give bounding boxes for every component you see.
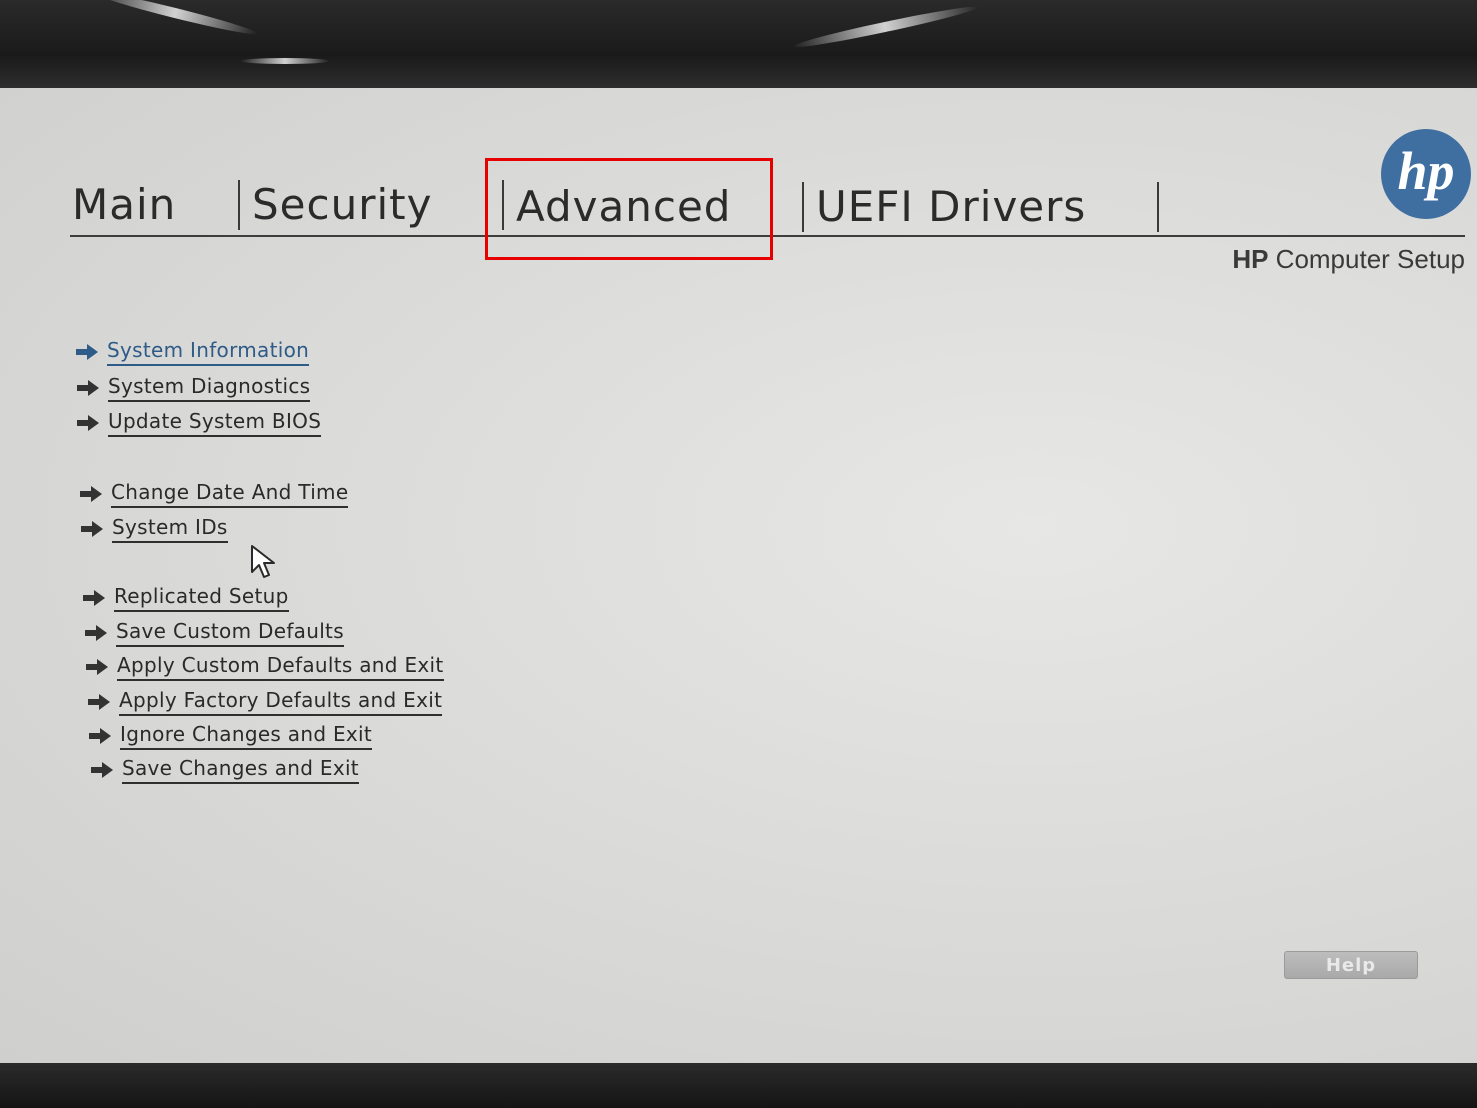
right-arrow-icon	[89, 728, 111, 744]
right-arrow-icon	[85, 625, 107, 641]
tab-separator	[1157, 182, 1159, 232]
menu-item-ignore-changes-and-exit[interactable]: Ignore Changes and Exit	[89, 722, 373, 750]
ceiling-light-reflection	[91, 0, 259, 39]
tab-security[interactable]: Security	[252, 180, 432, 229]
menu-item-system-diagnostics[interactable]: System Diagnostics	[77, 374, 311, 402]
menu-item-change-date-and-time[interactable]: Change Date And Time	[80, 480, 349, 508]
highlight-box	[485, 158, 773, 260]
product-title: HP Computer Setup	[1232, 244, 1465, 275]
product-title-brand: HP	[1232, 244, 1269, 274]
tab-separator	[802, 182, 804, 232]
menu-item-save-changes-and-exit[interactable]: Save Changes and Exit	[91, 756, 359, 784]
menu-item-label: Apply Custom Defaults and Exit	[117, 653, 444, 681]
hp-logo: hp	[1381, 129, 1471, 219]
help-button[interactable]: Help	[1284, 951, 1418, 979]
right-arrow-icon	[81, 521, 103, 537]
hp-logo-text: hp	[1397, 141, 1454, 201]
right-arrow-icon	[83, 590, 105, 606]
right-arrow-icon	[77, 380, 99, 396]
right-arrow-icon	[80, 486, 102, 502]
monitor-bezel-bottom	[0, 1063, 1477, 1108]
menu-item-replicated-setup[interactable]: Replicated Setup	[83, 584, 289, 612]
menu-item-update-system-bios[interactable]: Update System BIOS	[77, 409, 322, 437]
product-title-text: Computer Setup	[1268, 244, 1465, 274]
menu-item-system-ids[interactable]: System IDs	[81, 515, 228, 543]
menu-item-label: System Diagnostics	[108, 374, 311, 402]
mouse-pointer-icon	[251, 545, 275, 578]
menu-item-label: System Information	[107, 338, 310, 366]
menu-item-apply-factory-defaults-and-exit[interactable]: Apply Factory Defaults and Exit	[88, 688, 443, 716]
menu-item-label: System IDs	[112, 515, 228, 543]
menu-item-save-custom-defaults[interactable]: Save Custom Defaults	[85, 619, 344, 647]
ceiling-light-reflection	[791, 2, 979, 52]
menu-item-label: Save Changes and Exit	[122, 756, 359, 784]
menu-item-system-information[interactable]: System Information	[76, 338, 310, 366]
right-arrow-icon	[86, 659, 108, 675]
tab-separator	[238, 180, 240, 230]
tab-uefi-drivers[interactable]: UEFI Drivers	[816, 182, 1086, 231]
menu-item-label: Apply Factory Defaults and Exit	[119, 688, 443, 716]
ceiling-light-reflection	[240, 58, 330, 64]
menu-item-label: Change Date And Time	[111, 480, 349, 508]
tab-main[interactable]: Main	[72, 180, 176, 229]
menu-item-label: Ignore Changes and Exit	[120, 722, 373, 750]
right-arrow-icon	[76, 344, 98, 360]
hp-logo-icon: hp	[1397, 141, 1454, 201]
right-arrow-icon	[77, 415, 99, 431]
bios-screen: Main Security Advanced UEFI Drivers hp H…	[0, 88, 1477, 1063]
right-arrow-icon	[91, 762, 113, 778]
monitor-bezel-top	[0, 0, 1477, 92]
menu-item-label: Save Custom Defaults	[116, 619, 344, 647]
menu-item-apply-custom-defaults-and-exit[interactable]: Apply Custom Defaults and Exit	[86, 653, 444, 681]
menu-item-label: Replicated Setup	[114, 584, 289, 612]
menu-item-label: Update System BIOS	[108, 409, 322, 437]
right-arrow-icon	[88, 694, 110, 710]
